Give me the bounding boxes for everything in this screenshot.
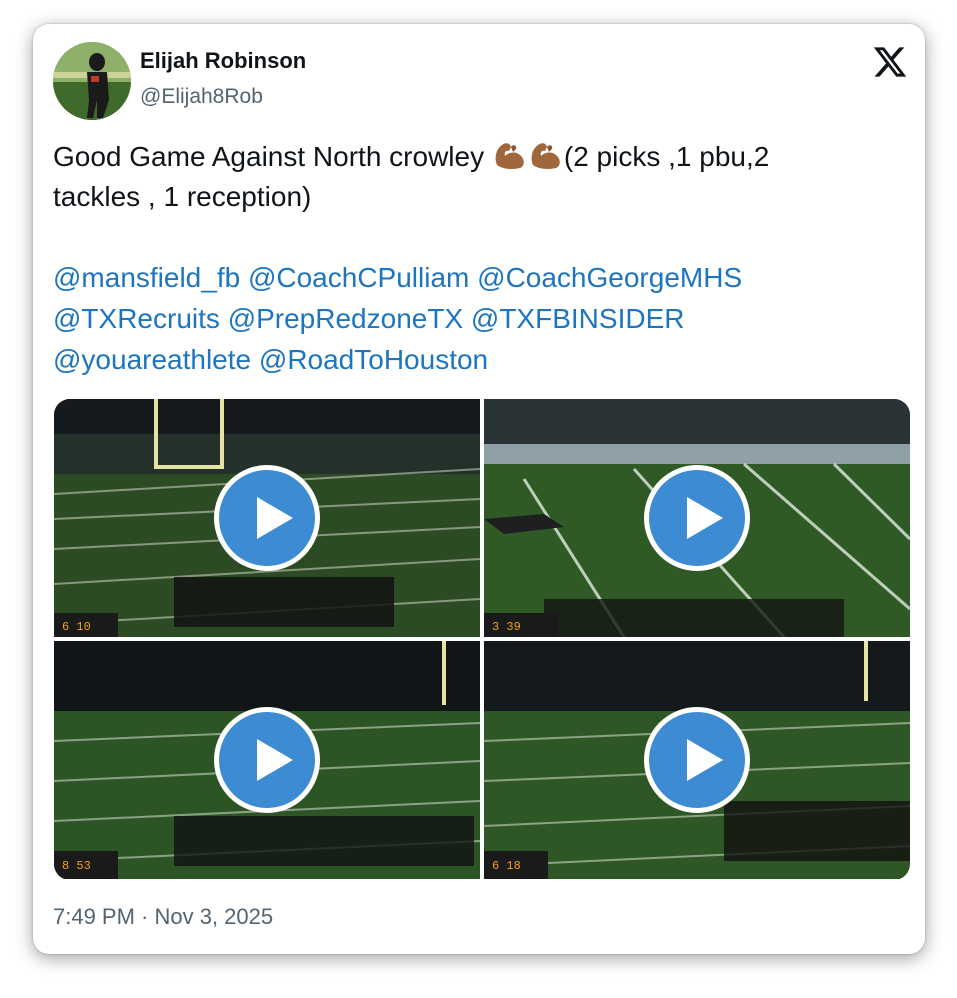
video-thumbnail-1[interactable]: 6 10 — [54, 399, 480, 637]
flexed-biceps-icon — [495, 143, 524, 169]
play-icon[interactable] — [214, 707, 320, 813]
mention-link[interactable]: @youareathlete — [53, 344, 251, 375]
scoreboard-text: 6 10 — [62, 620, 91, 634]
timestamp[interactable]: 7:49 PM · Nov 3, 2025 — [53, 904, 273, 930]
media-grid: 6 10 3 39 8 53 6 18 — [54, 399, 910, 880]
play-icon[interactable] — [214, 465, 320, 571]
x-logo[interactable] — [871, 44, 909, 80]
scoreboard-text: 3 39 — [492, 620, 521, 634]
mention-link[interactable]: @TXFBINSIDER — [471, 303, 685, 334]
author-handle[interactable]: @Elijah8Rob — [140, 85, 263, 109]
mention-link[interactable]: @mansfield_fb — [53, 262, 240, 293]
mention-link[interactable]: @TXRecruits — [53, 303, 220, 334]
flexed-biceps-icon — [531, 143, 560, 169]
scoreboard-text: 6 18 — [492, 859, 521, 873]
mention-link[interactable]: @CoachCPulliam — [248, 262, 469, 293]
mentions-block: @mansfield_fb @CoachCPulliam @CoachGeorg… — [53, 257, 913, 380]
tweet-card[interactable]: Elijah Robinson @Elijah8Rob Good Game Ag… — [33, 24, 925, 954]
mention-link[interactable]: @CoachGeorgeMHS — [477, 262, 742, 293]
author-name[interactable]: Elijah Robinson — [140, 48, 306, 74]
mention-link[interactable]: @PrepRedzoneTX — [228, 303, 463, 334]
mention-link[interactable]: @RoadToHouston — [259, 344, 488, 375]
play-icon[interactable] — [644, 707, 750, 813]
video-thumbnail-4[interactable]: 6 18 — [484, 641, 910, 879]
tweet-text-line1-stats: (2 picks ,1 pbu,2 — [563, 141, 770, 172]
tweet-text-line2: tackles , 1 reception) — [53, 181, 312, 212]
video-thumbnail-3[interactable]: 8 53 — [54, 641, 480, 879]
scoreboard-text: 8 53 — [62, 859, 91, 873]
play-icon[interactable] — [644, 465, 750, 571]
avatar[interactable] — [53, 42, 131, 120]
tweet-text-line1: Good Game Against North crowley — [53, 141, 492, 172]
tweet-text: Good Game Against North crowley (2 picks… — [53, 137, 913, 217]
video-thumbnail-2[interactable]: 3 39 — [484, 399, 910, 637]
